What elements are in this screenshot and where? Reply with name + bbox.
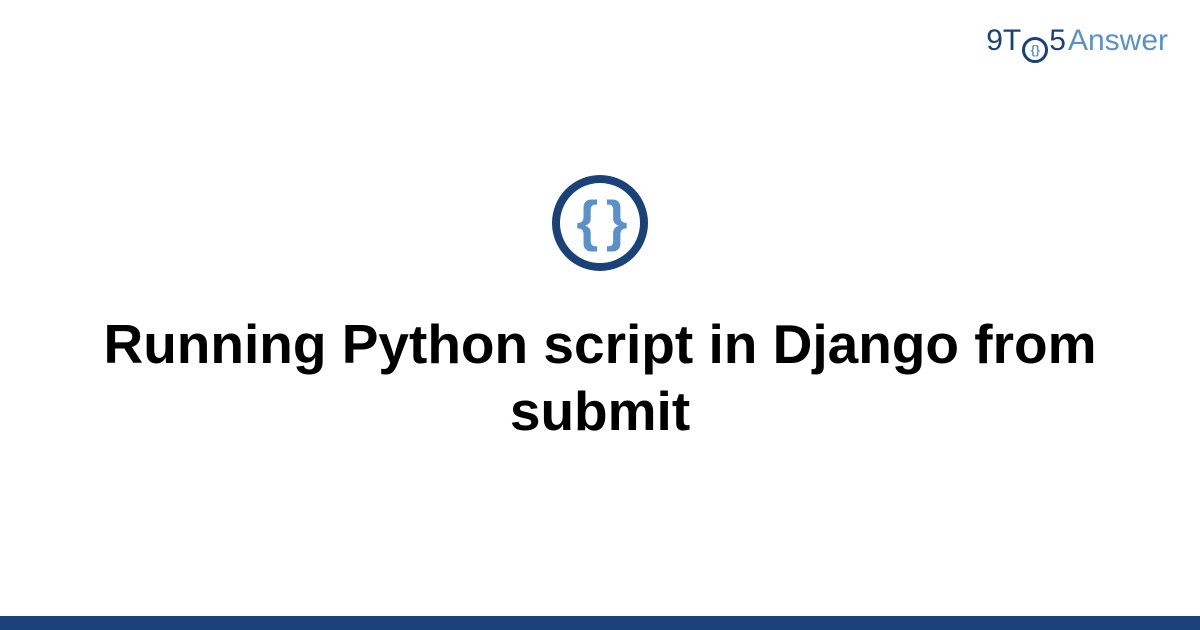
page-title: Running Python script in Django from sub… — [60, 311, 1140, 445]
main-content: { } Running Python script in Django from… — [0, 0, 1200, 620]
footer-accent-bar — [0, 616, 1200, 630]
code-braces-icon: { } — [576, 193, 623, 249]
category-badge-icon: { } — [552, 175, 648, 271]
